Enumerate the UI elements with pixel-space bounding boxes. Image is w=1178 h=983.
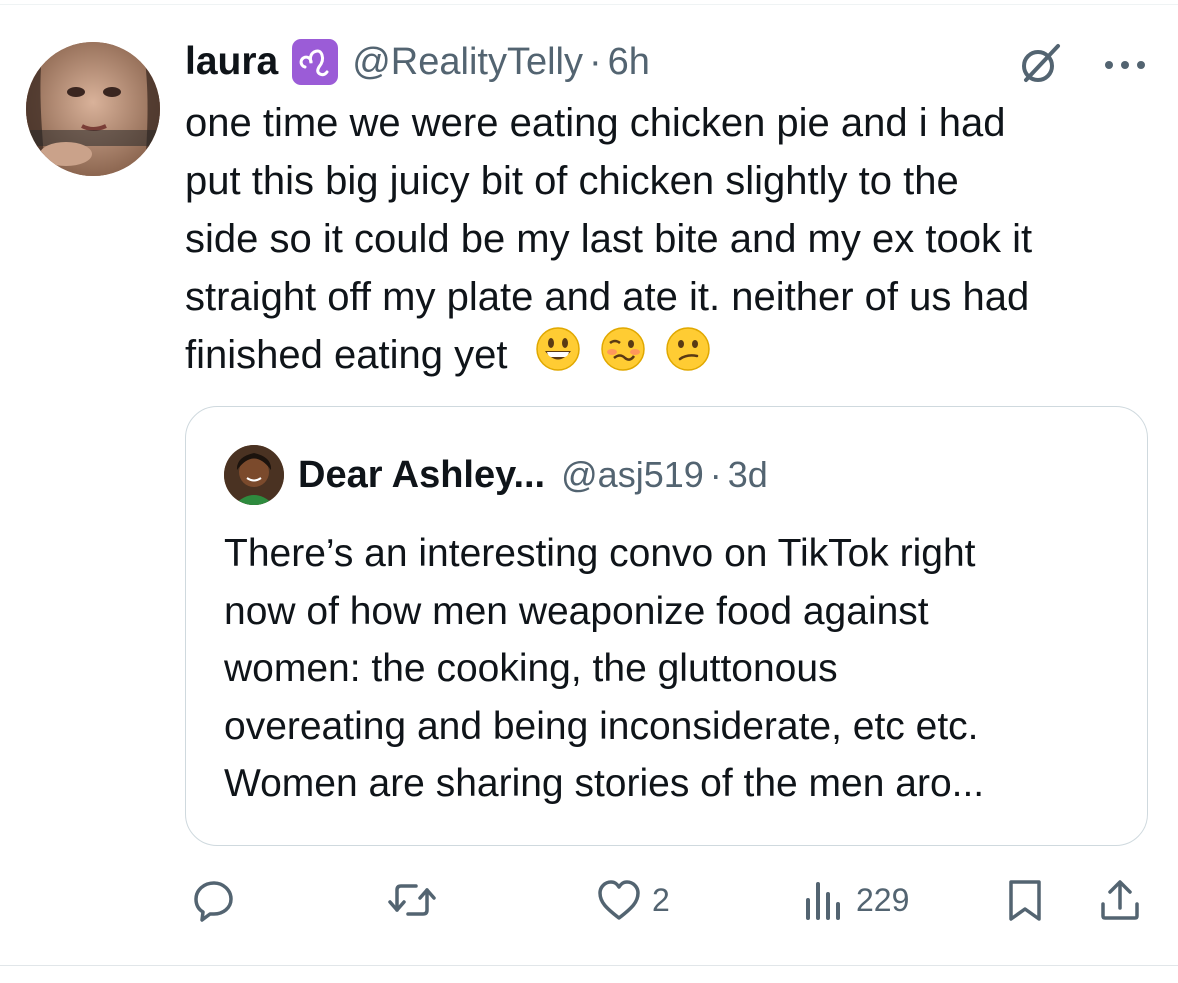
action-bar: 2 229	[0, 868, 1178, 932]
grinning-face-emoji	[535, 326, 581, 388]
quoted-tweet-header: Dear Ashley... @asj519 · 3d	[224, 445, 768, 505]
more-options-icon[interactable]	[1103, 58, 1147, 72]
bookmark-icon	[1006, 878, 1044, 922]
quoted-line: now of how men weaponize food against	[224, 589, 929, 633]
author-name[interactable]: laura	[185, 40, 278, 84]
tweet-line: finished eating yet	[185, 333, 508, 377]
quoted-line: There’s an interesting convo on TikTok r…	[224, 532, 976, 575]
heart-icon	[596, 878, 642, 922]
woozy-face-emoji	[600, 326, 646, 388]
quoted-line: Women are sharing stories of the men aro…	[224, 762, 985, 805]
quoted-tweet-card[interactable]: Dear Ashley... @asj519 · 3d There’s an i…	[185, 406, 1148, 846]
tweet-line: straight off my plate and ate it. neithe…	[185, 275, 1030, 319]
top-divider	[0, 4, 1178, 5]
reply-button[interactable]	[192, 868, 246, 932]
like-button[interactable]: 2	[596, 868, 670, 932]
views-count: 229	[856, 881, 910, 918]
views-button[interactable]: 229	[802, 868, 909, 932]
tweet-line: side so it could be my last bite and my …	[185, 217, 1033, 261]
tweet-line: one time we were eating chicken pie and …	[185, 101, 1006, 145]
tweet-header: laura @RealityTelly · 6h	[185, 36, 650, 88]
share-button[interactable]	[1098, 868, 1142, 932]
bookmark-button[interactable]	[1006, 868, 1044, 932]
tweet-body: one time we were eating chicken pie and …	[185, 94, 1160, 388]
like-count: 2	[652, 881, 670, 918]
tweet-line: put this big juicy bit of chicken slight…	[185, 159, 959, 203]
quoted-author-avatar[interactable]	[224, 445, 284, 505]
post-time[interactable]: 6h	[608, 41, 650, 84]
quoted-tweet-body: There’s an interesting convo on TikTok r…	[224, 525, 1124, 813]
quoted-line: women: the cooking, the gluttonous	[224, 647, 838, 690]
separator-dot: ·	[588, 40, 602, 83]
views-chart-icon	[802, 878, 846, 922]
quoted-post-time[interactable]: 3d	[728, 454, 768, 496]
retweet-button[interactable]	[386, 868, 448, 932]
separator-dot: ·	[709, 454, 722, 495]
tweet-line-last: finished eating yet	[185, 326, 1160, 388]
confused-face-emoji	[665, 326, 711, 388]
retweet-icon	[386, 878, 438, 922]
author-handle[interactable]: @RealityTelly	[352, 41, 583, 84]
quoted-line: overeating and being inconsiderate, etc …	[224, 704, 979, 748]
quoted-author-handle[interactable]: @asj519	[561, 454, 704, 496]
author-avatar[interactable]	[26, 42, 160, 176]
leo-zodiac-icon	[292, 39, 339, 85]
bottom-divider	[0, 965, 1178, 966]
quoted-author-name[interactable]: Dear Ashley...	[298, 454, 545, 497]
share-icon	[1098, 878, 1142, 922]
grok-icon[interactable]	[1018, 42, 1062, 86]
reply-icon	[192, 878, 236, 922]
